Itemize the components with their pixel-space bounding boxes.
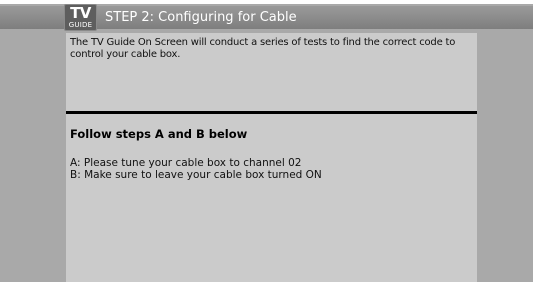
logo-tv-text: TV [70,4,91,22]
intro-text: The TV Guide On Screen will conduct a se… [70,37,456,60]
step-a: A: Please tune your cable box to channel… [70,157,302,169]
tv-guide-logo: TV GUIDE [64,4,97,31]
content-panel: The TV Guide On Screen will conduct a se… [66,33,477,282]
instructions-heading: Follow steps A and B below [70,127,248,141]
step-b: B: Make sure to leave your cable box tur… [70,169,322,181]
section-divider [66,111,477,114]
instruction-steps: A: Please tune your cable box to channel… [70,157,322,181]
page-title: STEP 2: Configuring for Cable [105,10,297,25]
tv-screen: TV GUIDE STEP 2: Configuring for Cable T… [0,0,533,286]
logo-guide-text: GUIDE [68,21,93,29]
